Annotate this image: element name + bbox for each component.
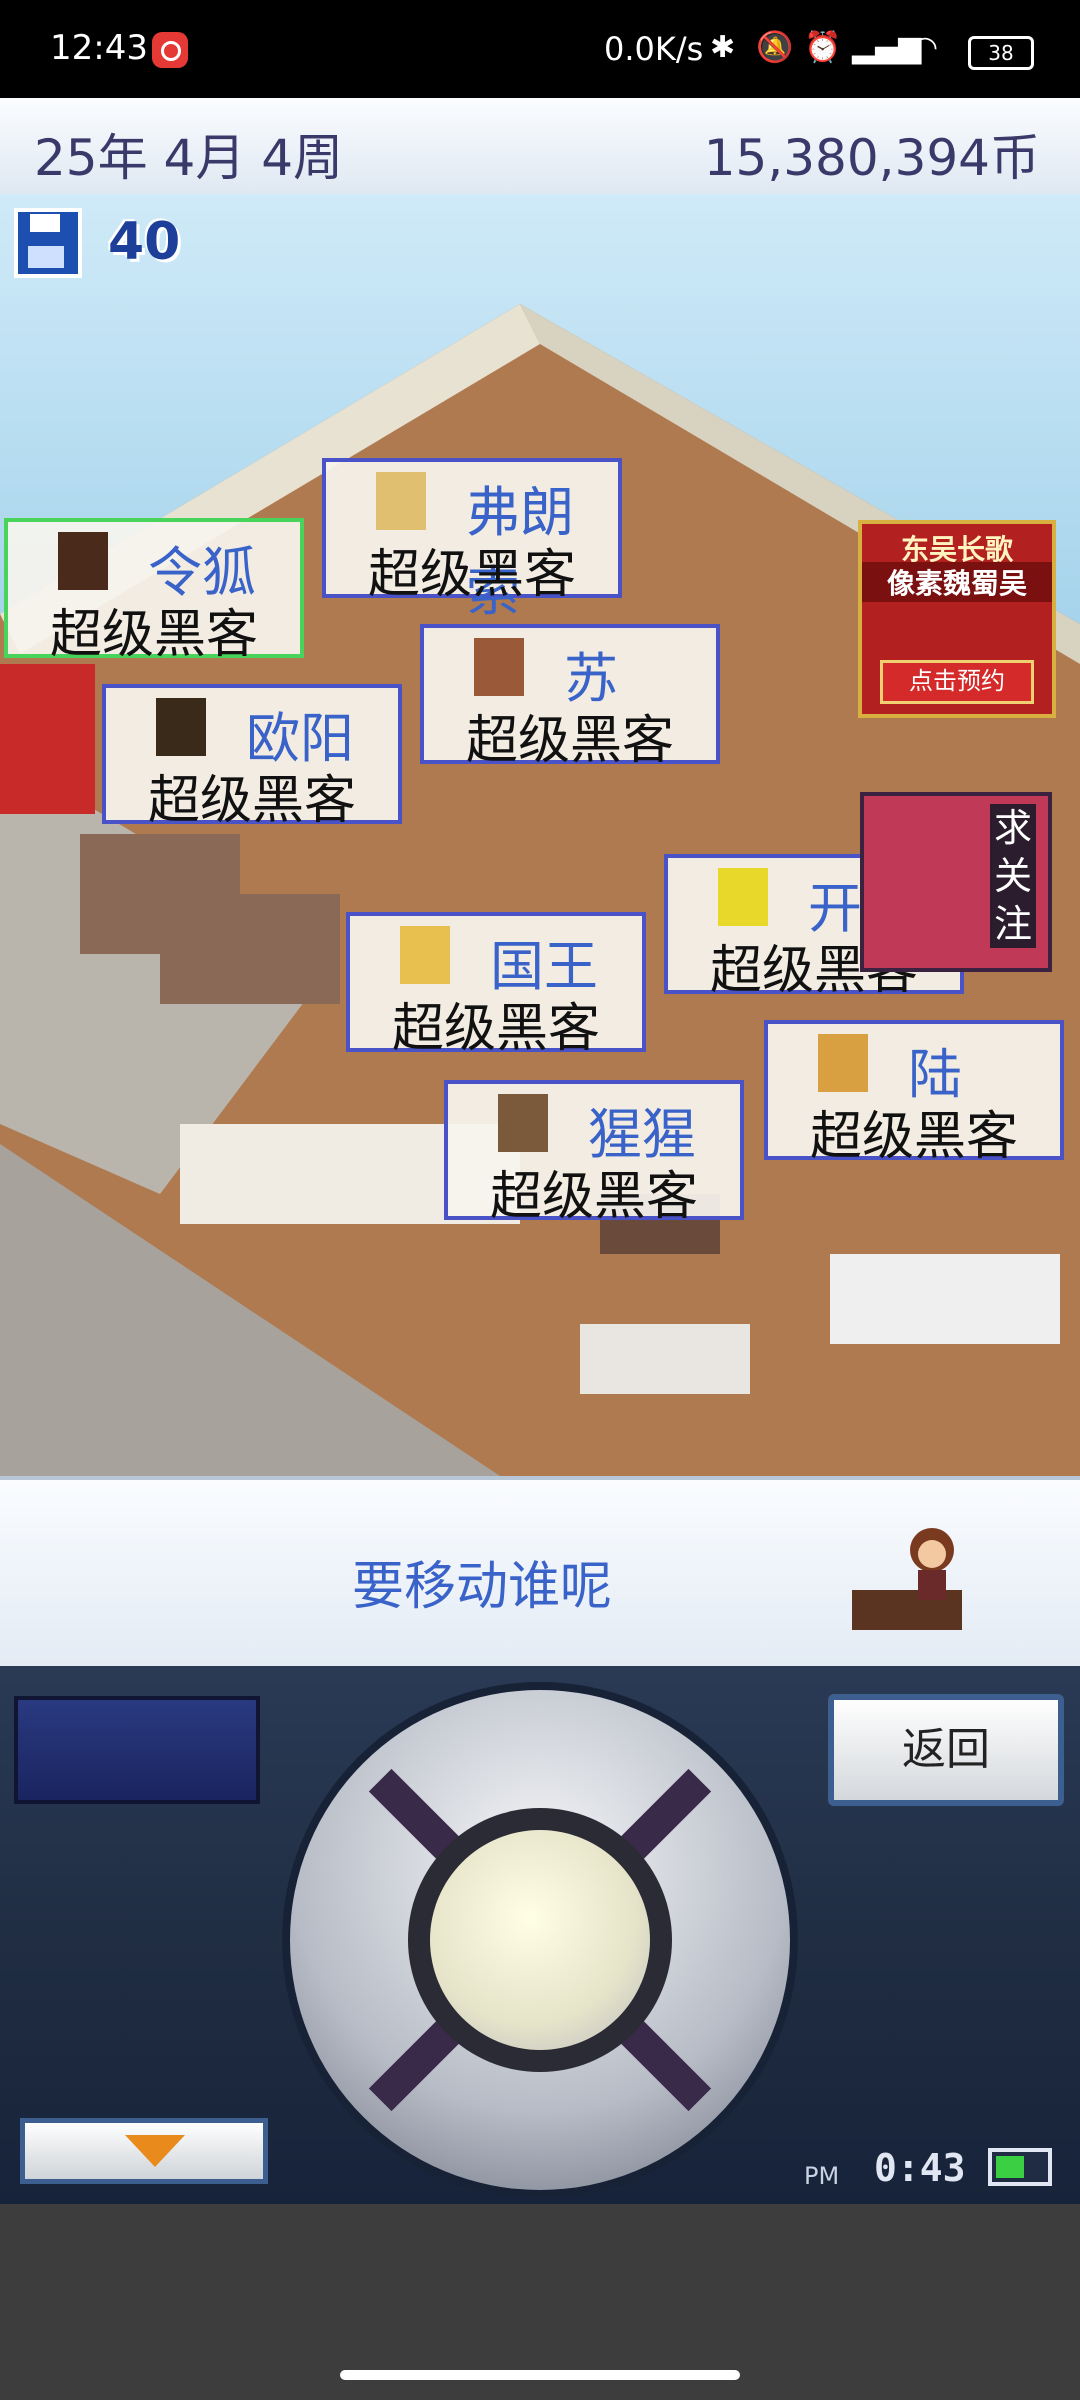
signal-icon: ▂▄▆	[852, 30, 922, 65]
staff-role: 超级黑客	[489, 1167, 698, 1227]
staff-tag-xingxing[interactable]: 猩猩 超级黑客	[444, 1080, 744, 1227]
staff-face-icon	[58, 532, 108, 590]
meridiem-label: PM	[804, 2162, 840, 2190]
office-scene[interactable]: 40 令狐 超级黑客 弗朗索 超级黑客 苏 超级黑客 欧阳 超级黑客 开罗 超级…	[0, 194, 1080, 1476]
game-date: 25年 4月 4周	[34, 129, 344, 187]
staff-role: 超级黑客	[147, 771, 356, 831]
home-indicator[interactable]	[340, 2370, 740, 2380]
back-button[interactable]: 返回	[828, 1694, 1064, 1806]
staff-role: 超级黑客	[809, 1107, 1018, 1167]
game-clock: 0:43	[874, 2146, 966, 2190]
wifi-icon: ◠	[912, 30, 939, 65]
staff-tag-fulangsuo[interactable]: 弗朗索 超级黑客	[322, 458, 622, 623]
ad-cta-button[interactable]: 点击预约	[880, 660, 1034, 704]
staff-role: 超级黑客	[465, 711, 674, 771]
staff-tag-linghu[interactable]: 令狐 超级黑客	[4, 518, 304, 665]
dpad-control[interactable]	[290, 1690, 790, 2190]
mini-screen	[14, 1696, 260, 1804]
staff-face-icon	[376, 472, 426, 530]
staff-face-icon	[156, 698, 206, 756]
staff-role: 超级黑客	[367, 545, 576, 605]
bluetooth-icon: ✱	[710, 30, 736, 65]
save-disk-icon[interactable]	[14, 208, 82, 278]
battery-icon	[988, 2148, 1052, 2186]
staff-face-icon	[818, 1034, 868, 1092]
staff-tag-guowang[interactable]: 国王 超级黑客	[346, 912, 646, 1059]
game-info-bar: 25年 4月 4周 15,380,394币	[0, 98, 1080, 198]
network-speed: 0.0K/s	[604, 30, 704, 68]
secretary-icon	[852, 1528, 962, 1630]
staff-tag-ouyang[interactable]: 欧阳 超级黑客	[102, 684, 402, 831]
staff-face-icon	[474, 638, 524, 696]
status-bar: 12:43 0.0K/s ✱ 🔕 ⏰ ▂▄▆ ◠ 38	[0, 0, 1080, 98]
ad-banner[interactable]: 东吴长歌 像素魏蜀吴 点击预约	[858, 520, 1056, 718]
staff-role: 超级黑客	[391, 999, 600, 1059]
staff-tag-lu[interactable]: 陆 超级黑客	[764, 1020, 1064, 1167]
save-count: 40	[108, 212, 181, 272]
control-panel: 返回 PM 0:43	[0, 1666, 1080, 2204]
mute-icon: 🔕	[756, 30, 794, 65]
staff-role: 超级黑客	[49, 605, 258, 665]
alarm-icon: ⏰	[804, 30, 842, 65]
sign-text: 求关注	[990, 804, 1036, 948]
dpad-center-button[interactable]	[430, 1830, 650, 2050]
staff-face-icon	[718, 868, 768, 926]
staff-tag-su[interactable]: 苏 超级黑客	[420, 624, 720, 771]
staff-face-icon	[400, 926, 450, 984]
netease-music-icon	[152, 32, 188, 68]
battery-icon: 38	[968, 36, 1034, 70]
ad-line2: 像素魏蜀吴	[862, 562, 1052, 602]
message-bar: 要移动谁呢	[0, 1476, 1080, 1670]
status-time: 12:43	[50, 28, 148, 68]
staff-face-icon	[498, 1094, 548, 1152]
prompt-text: 要移动谁呢	[352, 1557, 613, 1617]
follow-sign: 求关注	[860, 792, 1052, 972]
money-display: 15,380,394币	[703, 129, 1040, 187]
arrow-down-button[interactable]	[20, 2118, 268, 2184]
